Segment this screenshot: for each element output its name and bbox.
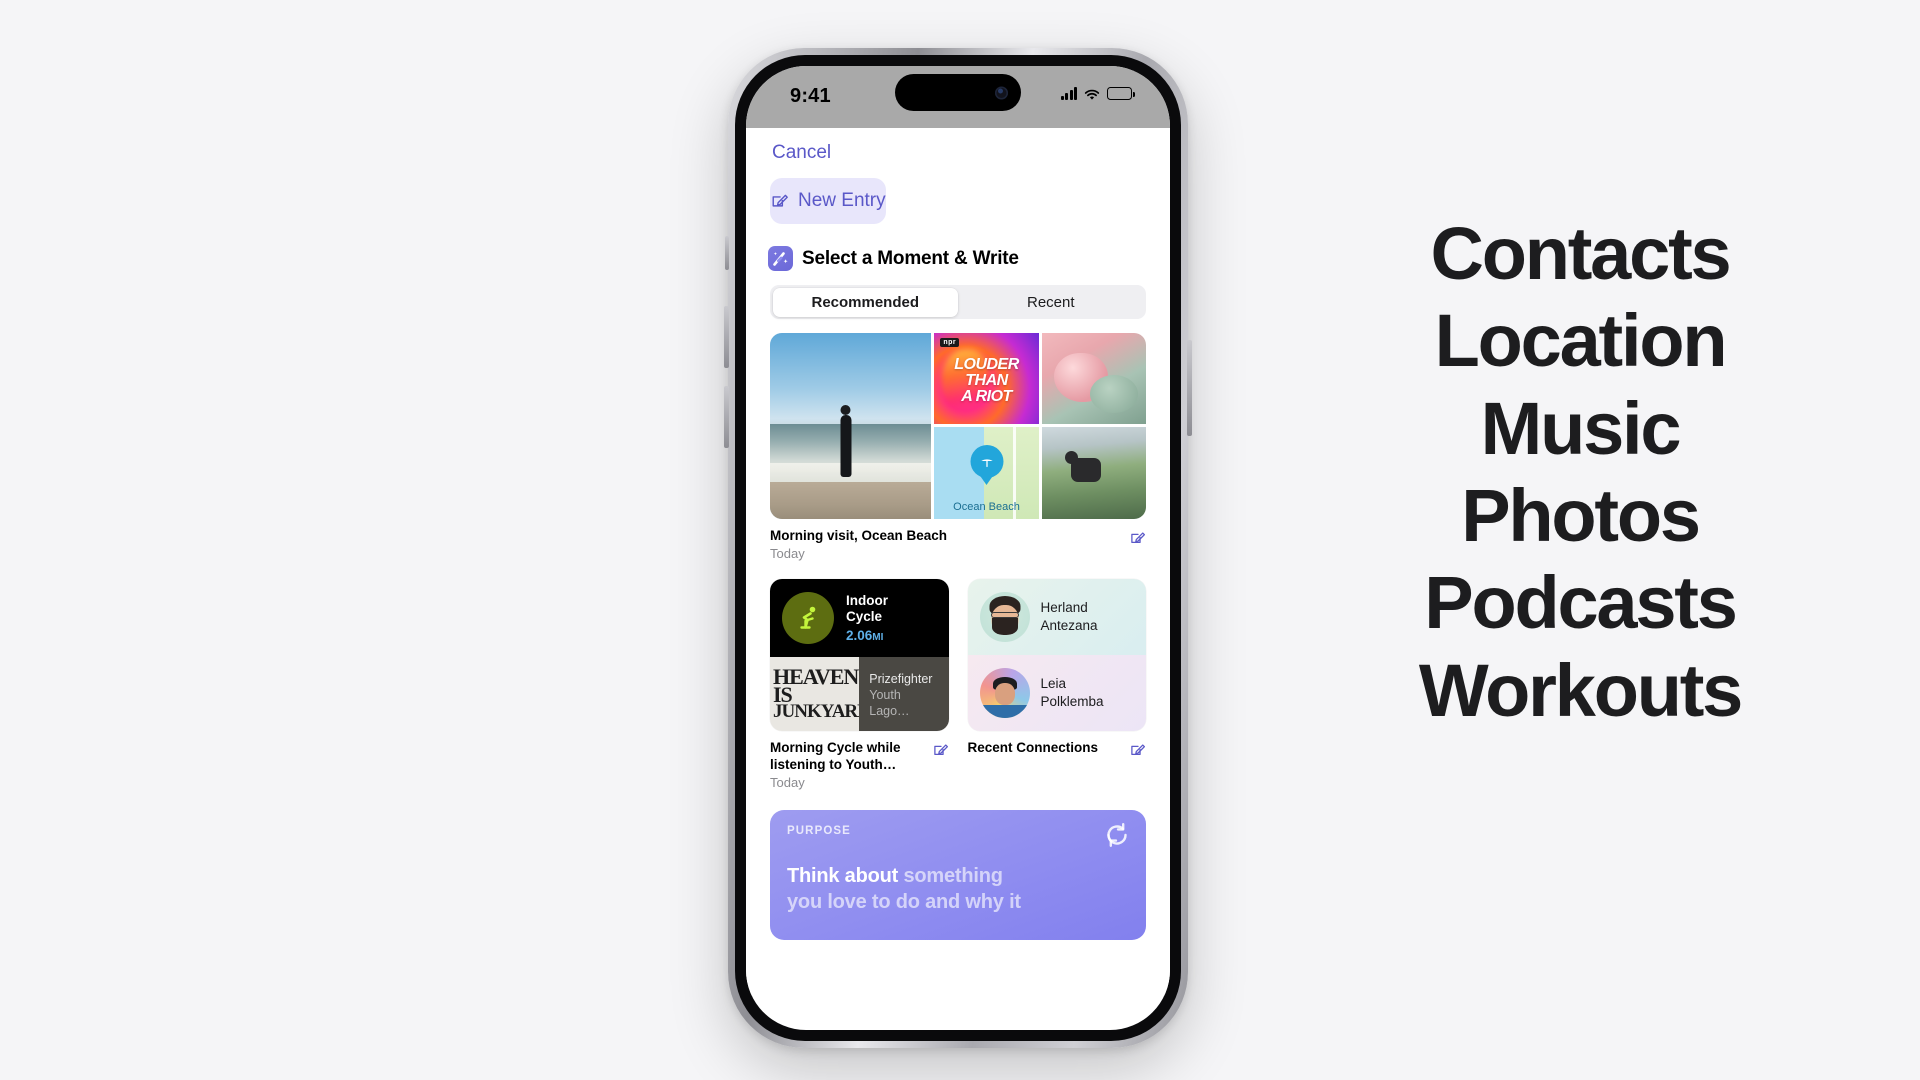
section-header: Select a Moment & Write <box>768 246 1146 271</box>
beach-umbrella-icon <box>970 445 1003 479</box>
album-art-line-3: JUNKYARD <box>773 701 859 723</box>
segmented-control[interactable]: Recommended Recent <box>770 285 1146 319</box>
phone-frame: 9:41 Cancel New Entry Select a Moment & … <box>724 48 1192 1048</box>
moment-card-connections[interactable]: Herland Antezana Leia Polklemba <box>967 578 1146 731</box>
moment-subtitle: Today <box>770 774 805 790</box>
music-summary: HEAVEN IS JUNKYARD Prizefighter Youth La… <box>770 656 949 731</box>
sheet-nav-bar: Cancel <box>746 128 1170 168</box>
feature-item-music: Music <box>1480 386 1682 470</box>
journal-app-sheet: Cancel New Entry Select a Moment & Write… <box>746 128 1170 996</box>
compose-icon[interactable] <box>932 742 949 759</box>
wifi-icon <box>1084 88 1100 100</box>
podcast-title-line-1: LOUDER <box>954 355 1019 373</box>
compose-icon[interactable] <box>1129 742 1146 759</box>
cancel-button[interactable]: Cancel <box>772 142 831 164</box>
indoor-cycling-icon <box>782 591 834 644</box>
new-entry-label: New Entry <box>798 190 886 211</box>
suggestions-scroll-area[interactable]: npr LOUDER THAN A RIOT Ocean Beach Morni… <box>746 333 1170 940</box>
volume-down-button[interactable] <box>724 386 729 448</box>
status-bar-indicators <box>1060 87 1135 100</box>
iphone-mockup: 9:41 Cancel New Entry Select a Moment & … <box>724 48 1192 1048</box>
moment-cards-row: Indoor Cycle 2.06MI HEAVEN IS JUNKYAR Pr… <box>770 578 1146 731</box>
phone-bezel: 9:41 Cancel New Entry Select a Moment & … <box>735 55 1181 1041</box>
moment-card-photo-grid[interactable]: npr LOUDER THAN A RIOT Ocean Beach <box>770 333 1146 519</box>
power-button[interactable] <box>1187 340 1192 436</box>
workout-summary: Indoor Cycle 2.06MI <box>770 578 949 657</box>
moment-title: Morning visit, Ocean Beach <box>770 528 948 543</box>
tab-recommended[interactable]: Recommended <box>772 287 958 317</box>
status-bar-time: 9:41 <box>790 85 831 107</box>
feature-item-podcasts: Podcasts <box>1424 561 1738 645</box>
prompt-category-label: PURPOSE <box>787 824 851 837</box>
moment-caption: Morning visit, Ocean Beach Today <box>770 528 1146 561</box>
map-thumbnail[interactable]: Ocean Beach <box>934 427 1039 519</box>
contact-last-name: Polklemba <box>1040 693 1104 709</box>
contact-first-name: Herland <box>1040 600 1088 616</box>
photo-avatar <box>979 667 1030 718</box>
cellular-signal-icon <box>1060 87 1077 100</box>
workout-name-line-1: Indoor <box>846 592 888 608</box>
memoji-avatar <box>979 591 1030 642</box>
album-artwork: HEAVEN IS JUNKYARD <box>770 656 860 731</box>
contact-last-name: Antezana <box>1040 617 1098 633</box>
feature-item-contacts: Contacts <box>1430 212 1732 295</box>
podcast-title-line-3: A RIOT <box>961 388 1012 406</box>
prompt-text-muted-2: you love to do and why it <box>787 891 1021 914</box>
page-root: 9:41 Cancel New Entry Select a Moment & … <box>0 0 1920 1080</box>
dynamic-island <box>895 74 1021 111</box>
writing-prompt-card[interactable]: PURPOSE Think about something you love t… <box>770 809 1146 940</box>
track-title: Prizefighter <box>869 671 933 686</box>
moment-card-workout-music[interactable]: Indoor Cycle 2.06MI HEAVEN IS JUNKYAR Pr… <box>770 578 949 731</box>
moment-title: Morning Cycle while listening to Youth… <box>770 739 901 772</box>
contact-row[interactable]: Herland Antezana <box>967 578 1146 655</box>
tab-recent[interactable]: Recent <box>958 288 1144 317</box>
workout-distance-unit: MI <box>872 632 884 644</box>
moment-title: Recent Connections <box>967 739 1099 755</box>
compose-icon[interactable] <box>1129 530 1146 547</box>
prompt-text-muted-1: something <box>903 864 1003 887</box>
podcast-artwork[interactable]: npr LOUDER THAN A RIOT <box>934 333 1039 424</box>
features-list: Contacts Location Music Photos Podcasts … <box>1320 210 1840 734</box>
feature-item-workouts: Workouts <box>1418 648 1743 732</box>
feature-item-photos: Photos <box>1461 473 1701 557</box>
battery-icon <box>1107 87 1135 100</box>
track-artist: Youth Lago… <box>869 688 910 719</box>
front-camera-icon <box>995 86 1008 99</box>
compose-icon <box>770 192 789 211</box>
new-entry-button[interactable]: New Entry <box>770 178 886 224</box>
magic-wand-icon <box>768 246 793 271</box>
moment-captions-row: Morning Cycle while listening to Youth… … <box>770 740 1146 790</box>
feature-item-location: Location <box>1434 299 1728 383</box>
contact-row[interactable]: Leia Polklemba <box>967 654 1146 731</box>
map-place-label: Ocean Beach <box>953 500 1020 513</box>
seashells-photo[interactable] <box>1041 333 1146 424</box>
prompt-text-strong: Think about <box>787 864 904 887</box>
npr-logo: npr <box>940 338 960 347</box>
refresh-icon[interactable] <box>1103 821 1131 849</box>
podcast-title-line-2: THAN <box>965 371 1008 389</box>
page-title: Select a Moment & Write <box>802 247 1019 269</box>
beach-surfer-photo[interactable] <box>770 333 932 519</box>
workout-distance-value: 2.06 <box>846 628 873 644</box>
moment-subtitle: Today <box>770 545 805 561</box>
volume-up-button[interactable] <box>724 306 729 368</box>
coastal-dog-photo[interactable] <box>1041 427 1146 519</box>
contact-first-name: Leia <box>1040 676 1067 692</box>
status-bar: 9:41 <box>746 66 1170 128</box>
silent-switch[interactable] <box>725 236 729 270</box>
phone-screen: 9:41 Cancel New Entry Select a Moment & … <box>746 66 1170 1030</box>
workout-name-line-2: Cycle <box>846 608 883 624</box>
